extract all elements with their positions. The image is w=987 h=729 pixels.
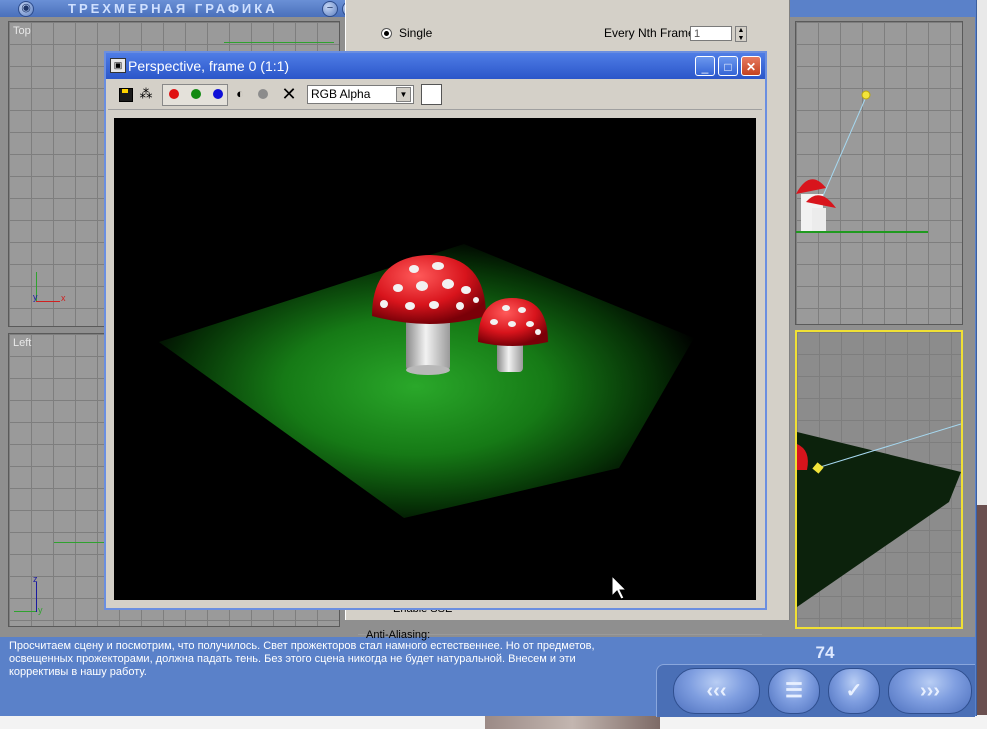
frame-window-icon[interactable]: ▣ [110,58,126,73]
front-viewport-scene [796,90,928,233]
chevron-down-icon[interactable]: ▼ [396,87,411,102]
axis-gizmo-z [36,582,37,612]
rendered-image [114,118,756,600]
perspective-viewport-scene [797,423,962,607]
axis-label-x: x [61,293,66,303]
axis-label-y: y [33,292,38,302]
green-channel-toggle[interactable] [191,89,201,99]
page-number: 74 [815,643,835,662]
viewport-front[interactable] [795,21,963,325]
clone-window-icon[interactable]: ⁂ [137,85,155,103]
contents-button[interactable]: ☰ [768,668,820,714]
frame-close-button[interactable]: ✕ [741,56,761,76]
axis-gizmo-x [36,301,60,302]
back-button[interactable]: ‹‹‹ [673,668,760,714]
frame-minimize-button[interactable]: _ [695,56,715,76]
grid-axis-line [224,42,334,43]
viewport-perspective[interactable] [795,330,963,629]
every-nth-frame-spinner[interactable]: ▲ ▼ [735,26,747,42]
alpha-channel-icon[interactable] [254,85,272,103]
lesson-narration-text: Просчитаем сцену и посмотрим, что получи… [9,640,595,678]
axis-gizmo-y [14,611,36,612]
save-bitmap-icon[interactable] [116,85,134,103]
viewport-left-label[interactable]: Left [13,337,31,349]
check-button[interactable]: ✓ [828,668,880,714]
app-title: ТРЕХМЕРНАЯ ГРАФИКА [68,1,278,16]
forward-button[interactable]: ››› [888,668,972,714]
viewport-top-label[interactable]: Top [13,25,31,37]
every-nth-frame-label: Every Nth Frame: [604,26,699,40]
red-channel-toggle[interactable] [169,89,179,99]
frame-maximize-button[interactable]: □ [718,56,738,76]
axis-label-y: y [38,605,43,615]
single-radio[interactable] [381,28,392,39]
clear-icon[interactable]: ✕ [280,85,298,103]
monochrome-icon[interactable]: ◐ [231,85,249,103]
color-swatch[interactable] [421,84,442,105]
every-nth-frame-input[interactable]: 1 [690,26,732,41]
app-minimize-button[interactable]: − [322,1,338,17]
axis-label-z: z [33,574,38,584]
app-menu-icon[interactable]: ◉ [18,1,34,17]
desktop-bottom-strip [0,715,987,729]
single-radio-label: Single [399,26,433,40]
frame-window-title: Perspective, frame 0 (1:1) [128,58,290,74]
blue-channel-toggle[interactable] [213,89,223,99]
